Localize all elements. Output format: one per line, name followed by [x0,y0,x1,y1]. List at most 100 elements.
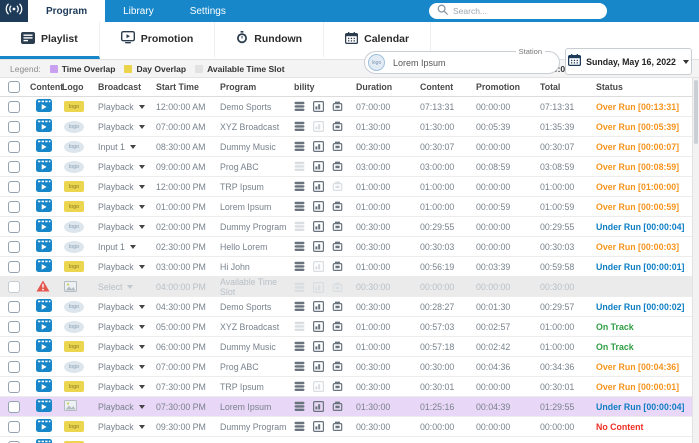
tab-playlist-label: Playlist [41,33,78,45]
availability-icons [294,241,356,252]
search-icon [437,2,448,20]
broadcast-dropdown[interactable]: Playback [98,422,156,432]
table-row: logo Playback 09:30:00 PM Dummy Program 00:3… [0,417,699,437]
broadcast-dropdown[interactable]: Input 1 [98,142,156,152]
duration-value: 00:30:00 [356,141,391,152]
broadcast-dropdown[interactable]: Playback [98,262,156,272]
promo-availability-icon [332,161,343,172]
start-time: 04:00:00 PM [156,282,206,292]
broadcast-dropdown[interactable]: Playback [98,342,156,352]
availability-icons [294,421,356,432]
broadcast-dropdown[interactable]: Playback [98,222,156,232]
tab-calendar-label: Calendar [364,33,410,45]
brand-logo[interactable] [0,0,28,22]
table-row: logo [0,437,699,443]
nav-tab-library-label: Library [123,5,154,17]
broadcast-dropdown[interactable]: Playback [98,302,156,312]
legend-label: Legend: [10,63,41,74]
broadcast-dropdown[interactable]: Playback [98,202,156,212]
promotion-time: 00:02:42 [476,341,511,352]
table-row: logo Playback 07:00:00 PM Prog ABC 00:30:00 0… [0,357,699,377]
row-checkbox[interactable] [8,180,20,193]
promotion-time: 00:00:00 [476,221,511,232]
duration-value: 03:00:00 [356,161,391,172]
scrollbar-thumb[interactable] [694,80,698,144]
row-checkbox[interactable] [8,220,20,233]
content-icon [36,359,52,374]
broadcast-value: Playback [98,421,134,432]
content-time: 00:57:18 [420,341,455,352]
row-checkbox[interactable] [8,200,20,213]
nav-tab-settings[interactable]: Settings [172,0,244,22]
program-name: Prog ABC [220,161,259,172]
status-badge: Under Run [00:00:01] [596,261,685,272]
scrollbar[interactable] [692,78,699,443]
row-checkbox[interactable] [8,160,20,173]
row-checkbox[interactable] [8,240,20,253]
row-checkbox[interactable] [8,360,20,373]
row-checkbox[interactable] [8,120,20,133]
row-checkbox[interactable] [8,140,20,153]
chevron-down-icon [129,244,136,249]
broadcast-dropdown[interactable]: Playback [98,382,156,392]
total-time: 01:00:59 [540,201,575,212]
broadcast-dropdown[interactable]: Playback [98,122,156,132]
search-input[interactable] [453,6,599,16]
broadcast-dropdown[interactable]: Playback [98,322,156,332]
table-row: logo Playback 01:00:00 PM Lorem Ipsum 01:00:… [0,197,699,217]
content-icon [36,419,52,434]
availability-icons [294,401,356,412]
table-row: logo Input 1 02:30:00 PM Hello Lorem 00:30:0… [0,237,699,257]
time-overlap-label: Time Overlap [61,63,116,74]
tab-rundown[interactable]: Rundown [215,22,325,59]
row-checkbox[interactable] [8,100,20,113]
playlist-icon [21,31,35,47]
nav-tab-program[interactable]: Program [28,0,106,22]
row-checkbox[interactable] [8,340,20,353]
select-all-checkbox[interactable] [8,81,20,93]
station-field[interactable]: Station logo Lorem Ipsum [364,47,560,74]
row-checkbox[interactable] [8,380,20,393]
status-badge: Over Run [00:00:07] [596,141,680,152]
row-checkbox[interactable] [8,260,20,273]
search-box[interactable] [429,3,607,19]
duration-value: 00:30:00 [356,361,391,372]
total-time: 00:34:36 [540,361,575,372]
row-checkbox[interactable] [8,400,20,413]
broadcast-dropdown[interactable]: Playback [98,162,156,172]
row-checkbox[interactable] [8,281,20,293]
status-badge: Over Run [00:00:59] [596,201,680,212]
nav-tab-library[interactable]: Library [105,0,172,22]
date-picker[interactable]: Sunday, May 16, 2022 [565,48,692,75]
logo-badge: logo [64,341,84,352]
row-checkbox[interactable] [8,320,20,333]
row-checkbox[interactable] [8,420,20,433]
chevron-down-icon [138,404,145,409]
row-checkbox[interactable] [8,300,20,313]
promo-availability-icon [332,301,343,312]
broadcast-dropdown[interactable]: Input 1 [98,242,156,252]
tab-promotion[interactable]: Promotion [100,22,216,59]
content-availability-icon [294,301,305,312]
start-time: 02:30:00 PM [156,241,206,252]
col-duration: Duration [356,82,393,92]
col-status: Status [596,82,623,92]
promotion-time: 00:00:59 [476,201,511,212]
content-time: 00:00:00 [420,421,455,432]
broadcast-value: Playback [98,201,134,212]
broadcast-dropdown[interactable]: Playback [98,362,156,372]
logo-availability-icon [313,101,324,112]
broadcast-value: Playback [98,321,134,332]
broadcast-value: Playback [98,121,134,132]
broadcast-dropdown[interactable]: Playback [98,182,156,192]
start-time: 09:00:00 AM [156,161,206,172]
broadcast-dropdown[interactable]: Playback [98,402,156,412]
promotion-time: 00:04:39 [476,401,511,412]
promo-availability-icon [332,361,343,372]
total-time: 00:29:57 [540,301,575,312]
broadcast-dropdown[interactable]: Playback [98,102,156,112]
broadcast-value: Playback [98,221,134,232]
tab-playlist[interactable]: Playlist [0,22,100,59]
col-availability: bility [294,82,315,92]
total-time: 00:30:01 [540,381,575,392]
